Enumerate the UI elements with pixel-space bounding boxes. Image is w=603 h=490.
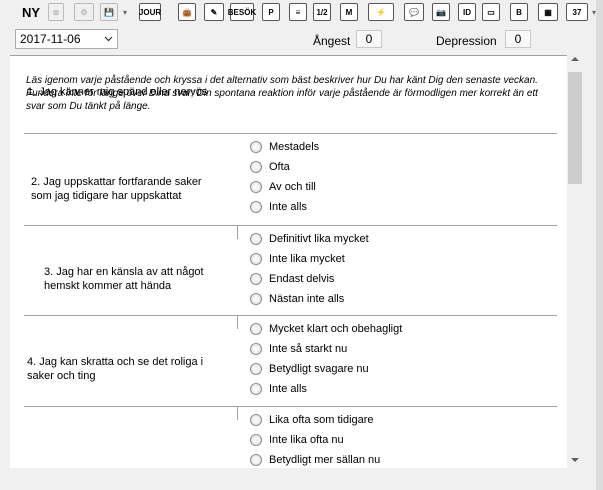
scroll-down-icon[interactable]	[571, 458, 579, 462]
answer-label: Inte lika mycket	[269, 253, 345, 265]
besok-icon[interactable]: BESÖK	[228, 3, 256, 21]
question-text: 4. Jag kan skratta och se det roliga i s…	[27, 356, 204, 382]
answer-option[interactable]: Endast delvis	[250, 272, 334, 286]
question-separator	[24, 406, 557, 407]
id-icon[interactable]: ID	[458, 3, 476, 21]
radio-button[interactable]	[250, 161, 262, 173]
p-icon[interactable]: P	[262, 3, 280, 21]
answer-label: Nästan inte alls	[269, 293, 345, 305]
save-icon[interactable]: 💾	[100, 3, 118, 21]
header-bar: 2017-11-06 Ångest 0 Depression 0	[0, 24, 603, 54]
save-dropdown-icon[interactable]: ▾	[121, 3, 129, 21]
answer-label: Av och till	[269, 181, 316, 193]
answer-label: Inte alls	[269, 383, 307, 395]
answer-option[interactable]: Inte alls	[250, 200, 307, 214]
answer-label: Definitivt lika mycket	[269, 233, 369, 245]
answer-option[interactable]: Av och till	[250, 180, 316, 194]
briefcase-icon[interactable]: 👜	[178, 3, 196, 21]
answer-option[interactable]: Inte lika mycket	[250, 252, 345, 266]
bottom-strip	[0, 468, 603, 490]
answer-label: Mycket klart och obehagligt	[269, 323, 403, 335]
radio-button[interactable]	[250, 434, 262, 446]
question-separator	[24, 315, 557, 316]
scroll-thumb[interactable]	[568, 72, 582, 184]
answer-label: Ofta	[269, 161, 290, 173]
scroll-up-icon[interactable]	[571, 57, 579, 61]
answer-option[interactable]: Inte så starkt nu	[250, 342, 347, 356]
answer-label: Inte så starkt nu	[269, 343, 348, 355]
date-value: 2017-11-06	[20, 32, 81, 46]
question-text: 2. Jag uppskattar fortfarande saker som …	[31, 176, 202, 202]
answer-label: Inte alls	[269, 201, 307, 213]
radio-button[interactable]	[250, 383, 262, 395]
column-separator	[237, 406, 238, 420]
question-text: 1. Jag känner mig spänd eller nervös	[27, 86, 208, 98]
document-icon[interactable]: ≡	[289, 3, 307, 21]
answer-option[interactable]: Definitivt lika mycket	[250, 232, 369, 246]
column-separator	[237, 225, 238, 239]
chat-icon[interactable]: 💬	[404, 3, 424, 21]
chevron-down-icon	[104, 36, 113, 42]
answer-option[interactable]: Betydligt svagare nu	[250, 362, 369, 376]
angest-label: Ångest	[313, 34, 351, 48]
map-icon[interactable]: ▦	[538, 3, 558, 21]
answer-option[interactable]: Inte lika ofta nu	[250, 433, 344, 447]
journal-icon[interactable]: JOUR	[139, 3, 161, 21]
radio-button[interactable]	[250, 141, 262, 153]
column-separator	[237, 315, 238, 329]
answer-option[interactable]: Inte alls	[250, 382, 307, 396]
answer-option[interactable]: Ofta	[250, 160, 290, 174]
b-icon[interactable]: B	[510, 3, 528, 21]
radio-button[interactable]	[250, 233, 262, 245]
radio-button[interactable]	[250, 343, 262, 355]
radio-button[interactable]	[250, 273, 262, 285]
radio-button[interactable]	[250, 323, 262, 335]
answer-label: Endast delvis	[269, 273, 335, 285]
camera-icon[interactable]: 📷	[432, 3, 450, 21]
answer-option[interactable]: Nästan inte alls	[250, 292, 344, 306]
answer-option[interactable]: Mycket klart och obehagligt	[250, 322, 402, 336]
date-select[interactable]: 2017-11-06	[15, 29, 118, 49]
radio-button[interactable]	[250, 253, 262, 265]
answer-option[interactable]: Lika ofta som tidigare	[250, 413, 374, 427]
answer-label: Betydligt svagare nu	[269, 363, 369, 375]
answer-label: Mestadels	[269, 141, 320, 153]
toolbar: NY ⊗ ⚙ 💾 JOUR 👜 ✎ BESÖK P ≡ 1/2 M ⚡ 💬 📷 ID ▭ B ▦ 37 ▾ ▾	[0, 0, 603, 24]
card-icon[interactable]: ▭	[482, 3, 500, 21]
lightning-icon[interactable]: ⚡	[368, 3, 394, 21]
question-text: 3. Jag har en känsla av att något hemskt…	[44, 266, 204, 292]
question-separator	[24, 225, 557, 226]
radio-button[interactable]	[250, 414, 262, 426]
answer-label: Inte lika ofta nu	[269, 434, 344, 446]
depression-value: 0	[505, 30, 531, 48]
angest-value: 0	[356, 30, 382, 48]
radio-button[interactable]	[250, 293, 262, 305]
new-button[interactable]: NY	[21, 3, 41, 21]
answer-option[interactable]: Mestadels	[250, 140, 319, 154]
depression-label: Depression	[436, 34, 497, 48]
edit-icon[interactable]: ✎	[204, 3, 224, 21]
answer-label: Lika ofta som tidigare	[269, 414, 374, 426]
delete-icon[interactable]: ⊗	[48, 3, 64, 21]
answer-label: Betydligt mer sällan nu	[269, 454, 381, 466]
question-separator	[24, 133, 557, 134]
fraction-icon[interactable]: 1/2	[313, 3, 331, 21]
thermometer-icon[interactable]: 37	[566, 3, 588, 21]
radio-button[interactable]	[250, 454, 262, 466]
vertical-scrollbar[interactable]	[567, 55, 584, 468]
radio-button[interactable]	[250, 363, 262, 375]
radio-button[interactable]	[250, 201, 262, 213]
tools-icon[interactable]: ⚙	[74, 3, 94, 21]
answer-option[interactable]: Betydligt mer sällan nu	[250, 453, 380, 467]
m-icon[interactable]: M	[340, 3, 358, 21]
questionnaire-panel: Läs igenom varje påstående och kryssa i …	[10, 55, 567, 469]
window-edge	[596, 0, 603, 490]
radio-button[interactable]	[250, 181, 262, 193]
